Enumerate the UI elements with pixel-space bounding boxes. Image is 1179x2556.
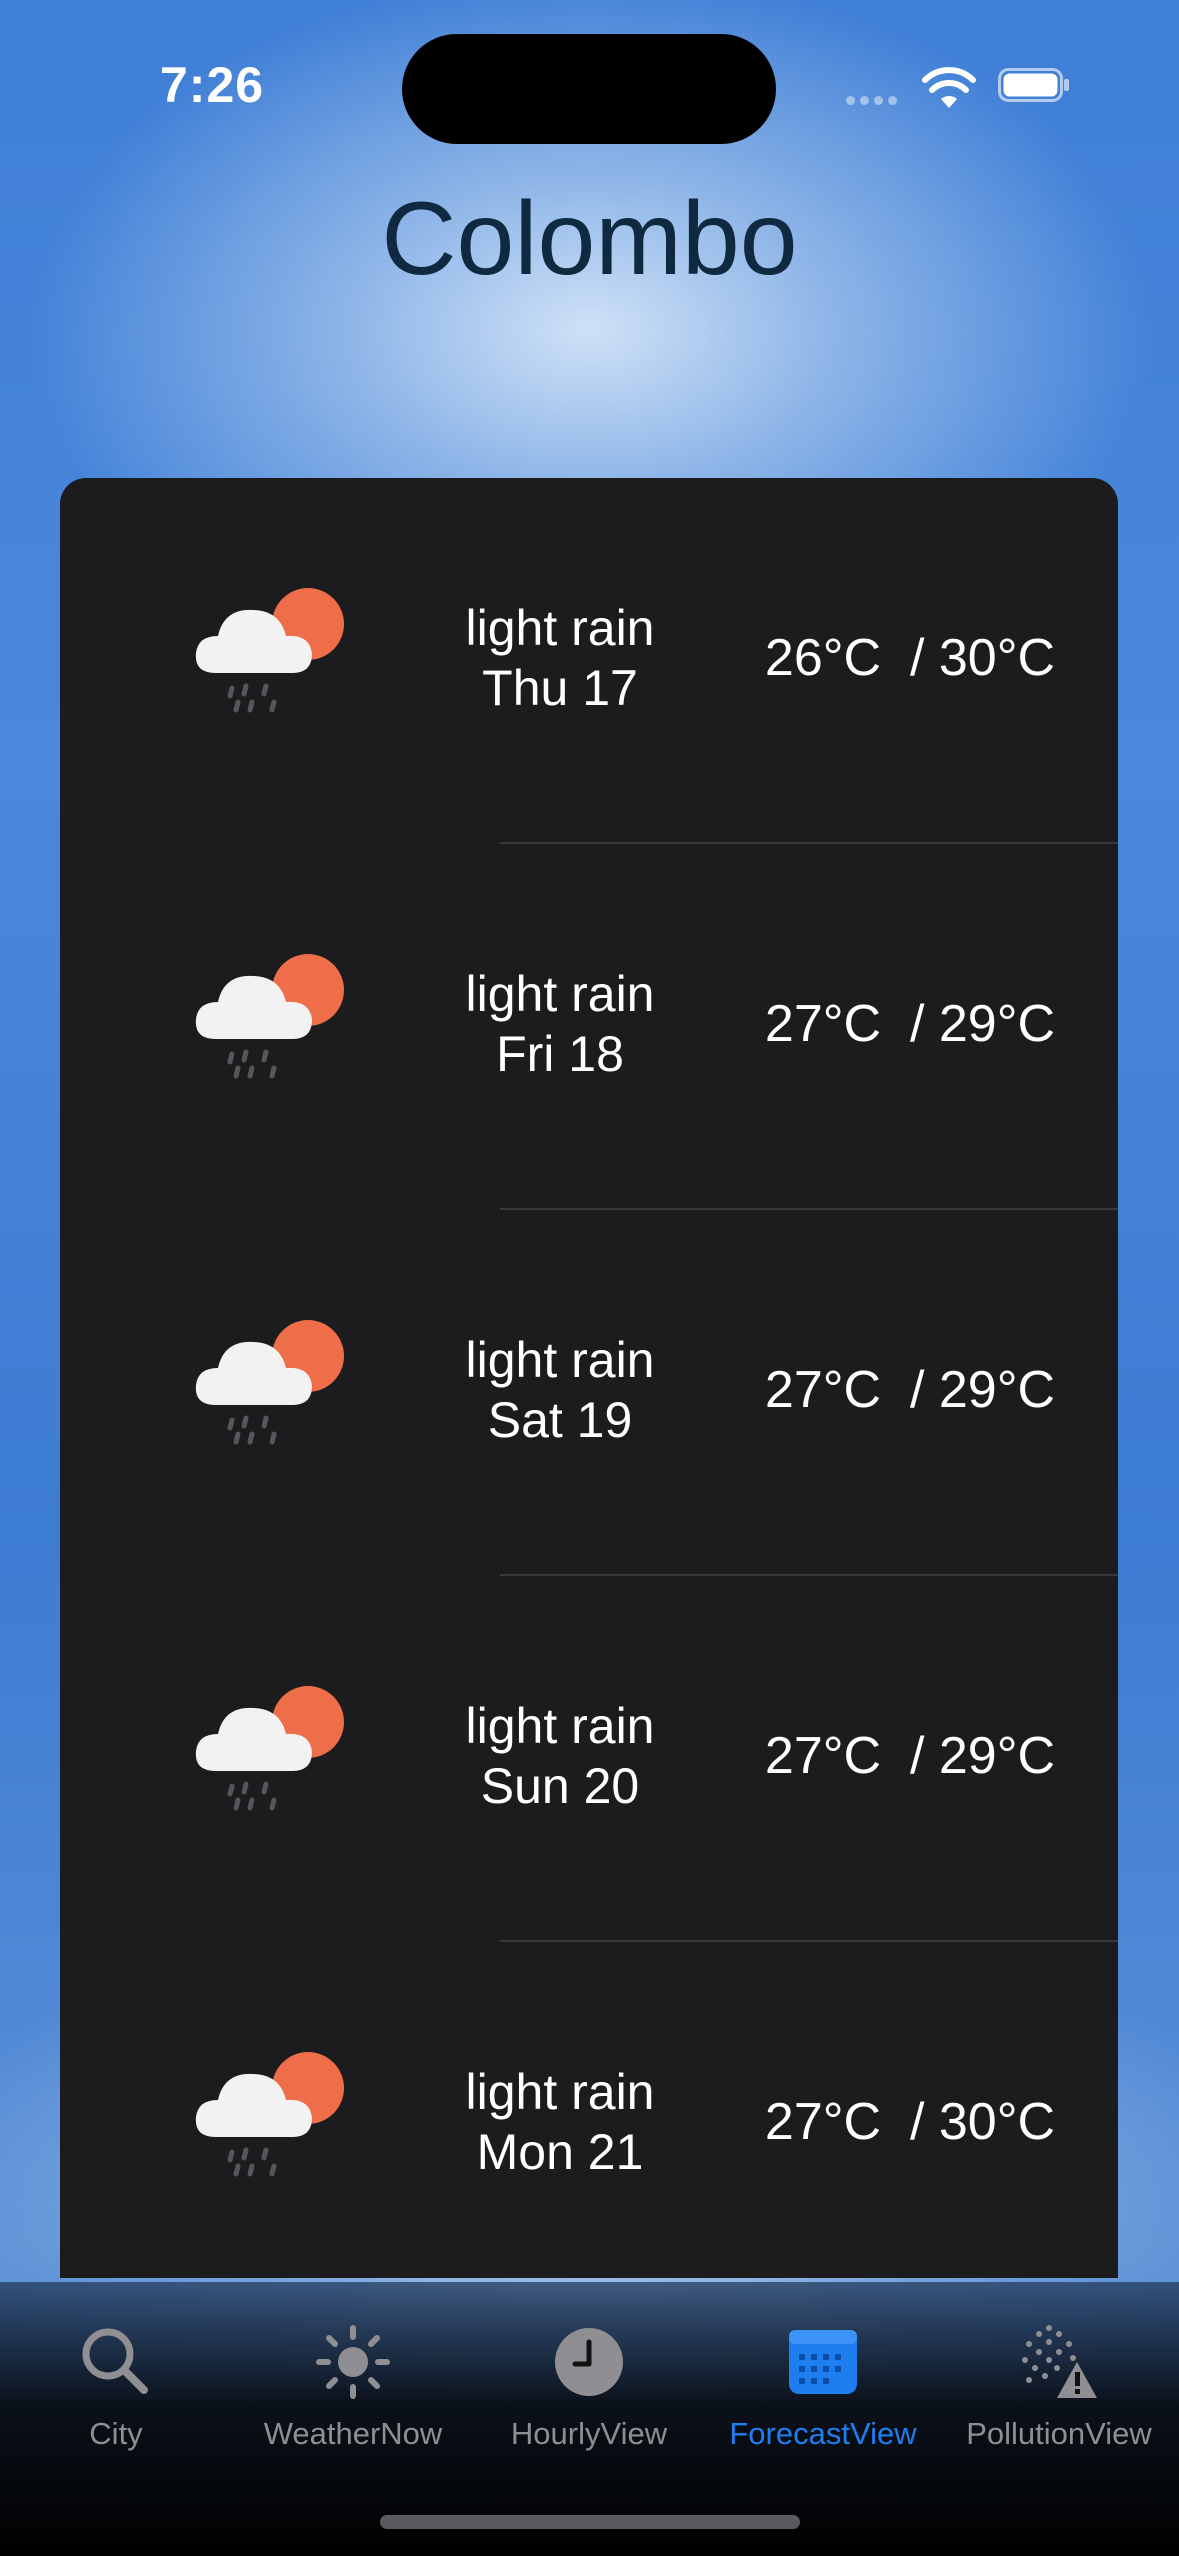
forecast-row[interactable]: light rain Sun 20 27°C / 29°C — [60, 1576, 1118, 1942]
tab-label: HourlyView — [510, 2416, 668, 2451]
city-title: Colombo — [381, 181, 798, 297]
forecast-condition: light rain — [465, 2064, 655, 2120]
clock-icon — [555, 2328, 623, 2396]
calendar-icon — [789, 2330, 857, 2394]
wifi-icon — [922, 67, 976, 108]
status-time: 7:26 — [160, 57, 265, 113]
forecast-day-info: light rain Sun 20 — [440, 1696, 680, 1816]
forecast-temperature: 27°C / 30°C — [764, 2093, 1056, 2151]
tab-label: WeatherNow — [263, 2416, 443, 2451]
forecast-temperature: 27°C / 29°C — [764, 1361, 1056, 1419]
sun-icon — [316, 2325, 390, 2399]
forecast-condition: light rain — [465, 600, 655, 656]
forecast-temperature: 27°C / 29°C — [764, 995, 1056, 1053]
forecast-temperature: 27°C / 29°C — [764, 1727, 1056, 1785]
tab-label: ForecastView — [729, 2416, 917, 2451]
tab-label: City — [89, 2416, 143, 2451]
forecast-row[interactable]: light rain Mon 21 27°C / 30°C — [60, 1942, 1118, 2278]
tab-pollutionview[interactable]: PollutionView — [944, 2322, 1174, 2472]
forecast-temperature: 26°C / 30°C — [764, 629, 1056, 687]
dynamic-island — [402, 34, 776, 144]
forecast-list[interactable]: light rain Thu 17 26°C / 30°C light rain… — [60, 478, 1118, 2278]
forecast-row[interactable]: light rain Thu 17 26°C / 30°C — [60, 478, 1118, 844]
light-rain-icon — [195, 1686, 344, 1811]
home-indicator[interactable] — [380, 2515, 800, 2529]
forecast-day: Fri 18 — [496, 1026, 624, 1082]
light-rain-icon — [195, 1320, 344, 1445]
light-rain-icon — [195, 954, 344, 1079]
status-bar: 7:26 — [0, 0, 1179, 150]
forecast-condition: light rain — [465, 1698, 655, 1754]
cellular-signal-icon — [846, 92, 902, 110]
search-icon — [82, 2328, 148, 2394]
forecast-day: Sun 20 — [480, 1758, 640, 1814]
tab-forecastview[interactable]: ForecastView — [708, 2322, 938, 2472]
pollution-warning-icon — [1022, 2325, 1097, 2398]
forecast-condition: light rain — [465, 1332, 655, 1388]
forecast-day-info: light rain Sat 19 — [440, 1330, 680, 1450]
forecast-day: Thu 17 — [482, 660, 638, 716]
tab-hourlyview[interactable]: HourlyView — [474, 2322, 704, 2472]
forecast-row[interactable]: light rain Sat 19 27°C / 29°C — [60, 1210, 1118, 1576]
forecast-day-info: light rain Thu 17 — [440, 598, 680, 718]
tab-city[interactable]: City — [1, 2322, 231, 2472]
forecast-day-info: light rain Fri 18 — [440, 964, 680, 1084]
light-rain-icon — [195, 2052, 344, 2177]
forecast-row[interactable]: light rain Fri 18 27°C / 29°C — [60, 844, 1118, 1210]
light-rain-icon — [195, 588, 344, 713]
tab-label: PollutionView — [966, 2416, 1152, 2451]
forecast-day: Sat 19 — [487, 1392, 633, 1448]
tab-weathernow[interactable]: WeatherNow — [238, 2322, 468, 2472]
forecast-day: Mon 21 — [476, 2124, 644, 2180]
battery-icon — [998, 68, 1069, 102]
forecast-day-info: light rain Mon 21 — [440, 2062, 680, 2182]
forecast-condition: light rain — [465, 966, 655, 1022]
